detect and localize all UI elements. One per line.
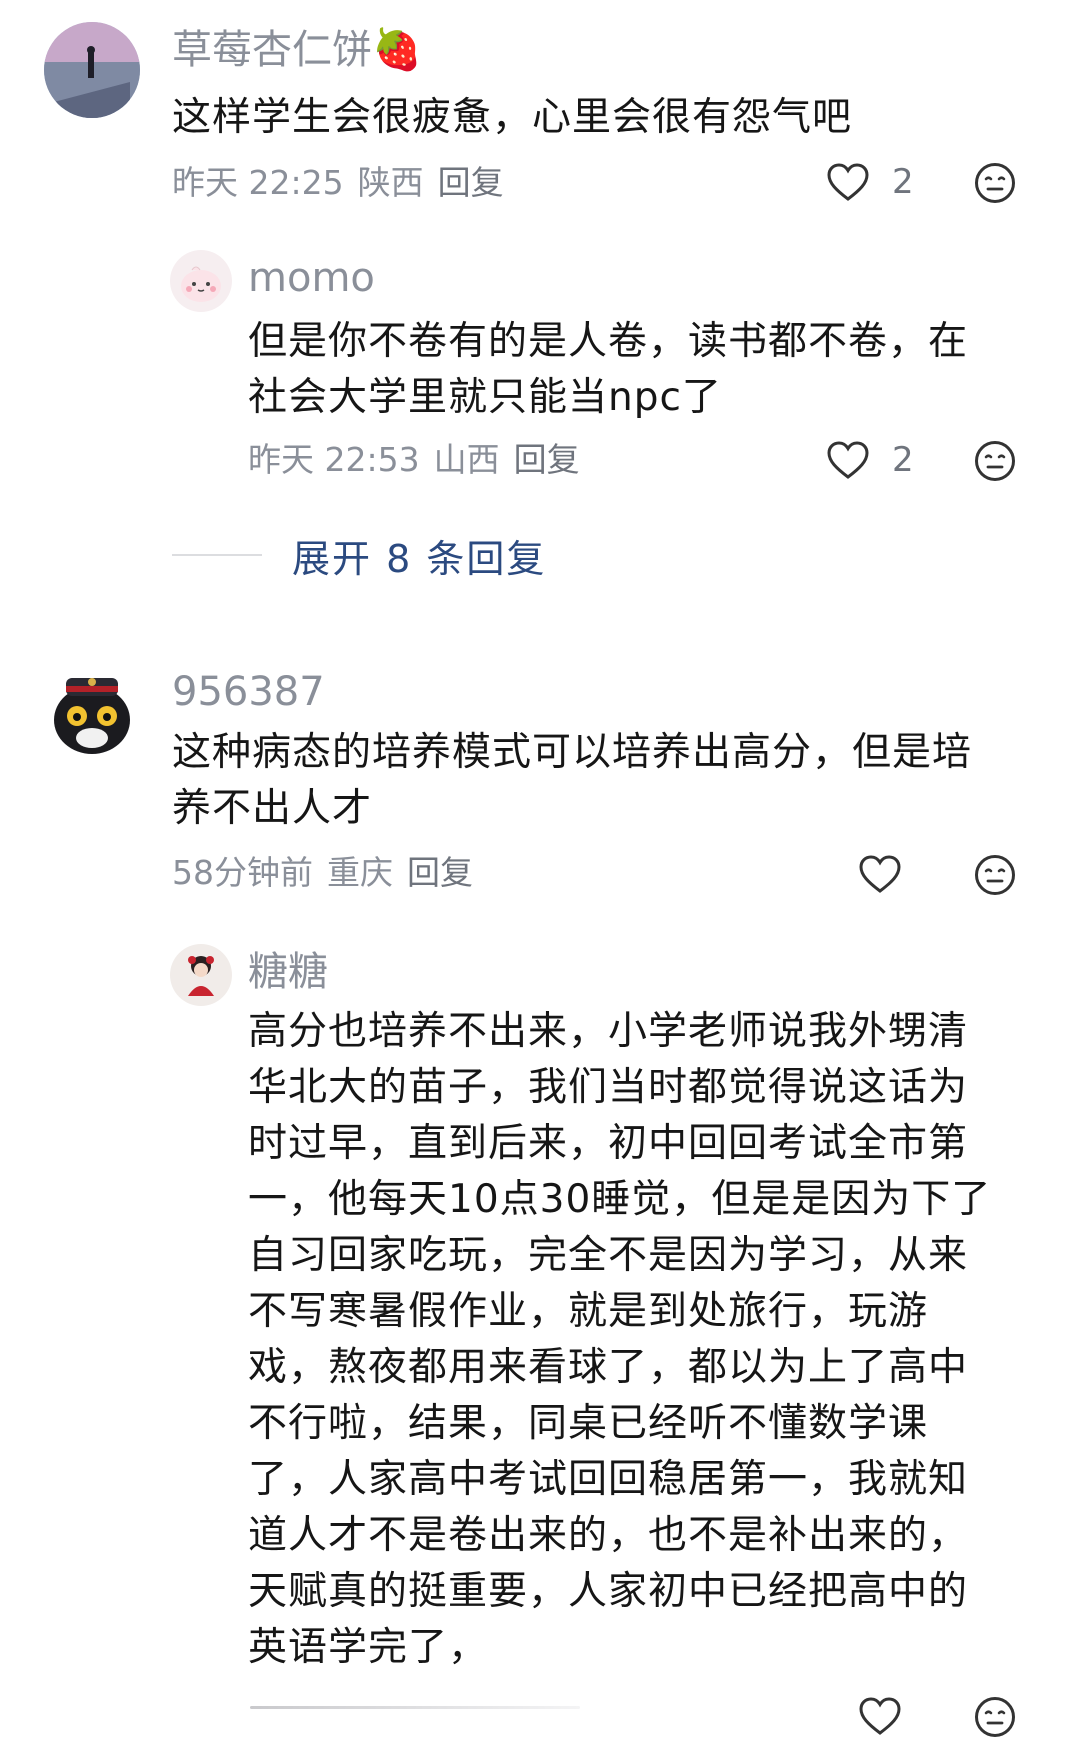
username[interactable]: 糖糖	[248, 948, 328, 996]
reply-text-line: 自习回家吃玩，完全不是因为学习，从来	[248, 1233, 969, 1278]
heart-outline-icon	[827, 441, 869, 479]
avatar[interactable]	[170, 944, 232, 1006]
reply-text-line: 了，人家高中考试回回稳居第一，我就知	[248, 1457, 969, 1502]
reply-text-line: 不行啦，结果，同桌已经听不懂数学课	[248, 1401, 929, 1446]
like-button[interactable]: 2	[826, 438, 914, 482]
reply-button[interactable]: 回复	[438, 163, 504, 202]
expand-divider	[172, 554, 262, 556]
like-count: 2	[892, 440, 914, 480]
reply-button[interactable]: 回复	[514, 440, 580, 479]
username[interactable]: momo	[248, 254, 375, 302]
expand-replies[interactable]: 展开 8 条回复	[172, 528, 546, 583]
reply-text-line: 不写寒暑假作业，就是到处旅行，玩游	[248, 1289, 929, 1334]
reply-text-line: 英语学完了，	[248, 1625, 489, 1670]
reply-button[interactable]: 回复	[407, 853, 473, 892]
reply-text-line: 戏，熬夜都用来看球了，都以为上了高中	[248, 1345, 969, 1390]
neutral-face-icon[interactable]	[974, 1696, 1016, 1738]
reply-text[interactable]: 但是你不卷有的是人卷，读书都不卷，在 社会大学里就只能当npc了	[248, 314, 968, 426]
like-button[interactable]: 2	[826, 160, 914, 204]
avatar[interactable]	[44, 662, 140, 758]
heart-outline-icon	[859, 855, 901, 893]
avatar[interactable]	[44, 22, 140, 118]
comment-time: 昨天 22:25	[172, 163, 344, 202]
reply-location: 山西	[433, 440, 500, 479]
username[interactable]: 956387	[172, 668, 325, 716]
neutral-face-icon[interactable]	[974, 854, 1016, 896]
reply-text-line: 华北大的苗子，我们当时都觉得说这话为	[248, 1065, 969, 1110]
reply-meta: 昨天 22:53 山西 回复	[248, 440, 594, 480]
heart-outline-icon	[827, 163, 869, 201]
reply-text[interactable]: 高分也培养不出来，小学老师说我外甥清 华北大的苗子，我们当时都觉得说这话为 时过…	[248, 1004, 991, 1676]
like-button[interactable]	[858, 852, 902, 896]
reply-text-line: 社会大学里就只能当npc了	[248, 375, 722, 420]
reply-text-line: 高分也培养不出来，小学老师说我外甥清	[248, 1009, 969, 1054]
reply-text-line: 时过早，直到后来，初中回回考试全市第	[248, 1121, 969, 1166]
reply-text-line: 天赋真的挺重要，人家初中已经把高中的	[248, 1569, 969, 1614]
reply-text-line: 道人才不是卷出来的，也不是补出来的，	[248, 1513, 969, 1558]
expand-replies-label[interactable]: 展开 8 条回复	[292, 528, 546, 583]
comment-location: 重庆	[327, 853, 393, 892]
comment-text-line: 养不出人才	[172, 786, 373, 831]
comment-text-line: 这种病态的培养模式可以培养出高分，但是培	[172, 730, 973, 775]
comment-time: 58分钟前	[172, 853, 313, 892]
reply-text-line: 但是你不卷有的是人卷，读书都不卷，在	[248, 319, 969, 364]
comment-meta: 58分钟前 重庆 回复	[172, 853, 487, 893]
reply-text-line: 一，他每天10点30睡觉，但是是因为下了	[248, 1177, 992, 1222]
heart-outline-icon	[859, 1697, 901, 1735]
truncated-meta	[250, 1706, 580, 1709]
neutral-face-icon[interactable]	[974, 162, 1016, 204]
username[interactable]: 草莓杏仁饼🍓	[172, 26, 422, 74]
comment-meta: 昨天 22:25 陕西 回复	[172, 163, 518, 203]
like-count: 2	[892, 162, 914, 202]
comment-location: 陕西	[357, 163, 424, 202]
like-button[interactable]	[858, 1694, 902, 1738]
neutral-face-icon[interactable]	[974, 440, 1016, 482]
avatar[interactable]	[170, 250, 232, 312]
comment-text[interactable]: 这种病态的培养模式可以培养出高分，但是培 养不出人才	[172, 725, 972, 837]
comment-text[interactable]: 这样学生会很疲惫，心里会很有怨气吧	[172, 90, 852, 146]
reply-time: 昨天 22:53	[248, 440, 420, 479]
